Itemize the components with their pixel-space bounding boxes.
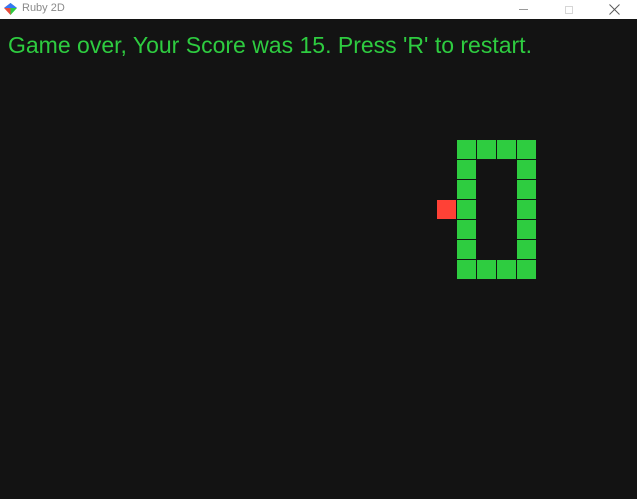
snake-segment <box>457 240 476 259</box>
snake-segment <box>457 220 476 239</box>
snake-segment <box>517 160 536 179</box>
snake-segment <box>517 180 536 199</box>
snake-segment <box>457 180 476 199</box>
snake-segment <box>517 200 536 219</box>
maximize-icon <box>565 5 573 14</box>
close-button[interactable] <box>591 0 637 19</box>
snake-segment <box>457 260 476 279</box>
game-window: Ruby 2D Game over, Your Score was 15. Pr… <box>0 0 637 499</box>
snake-segment <box>517 140 536 159</box>
snake-segment <box>517 260 536 279</box>
ruby2d-logo-icon <box>4 3 17 15</box>
close-icon <box>608 4 620 15</box>
snake-segment <box>457 200 476 219</box>
game-canvas[interactable]: Game over, Your Score was 15. Press 'R' … <box>0 19 637 499</box>
maximize-button[interactable] <box>546 0 592 19</box>
window-title: Ruby 2D <box>22 2 65 14</box>
snake-segment <box>517 240 536 259</box>
snake-segment <box>477 260 496 279</box>
snake-segment <box>477 140 496 159</box>
snake-segment <box>497 260 516 279</box>
snake-segment <box>517 220 536 239</box>
game-over-message: Game over, Your Score was 15. Press 'R' … <box>8 32 532 58</box>
snake-segment <box>457 160 476 179</box>
food-item <box>437 200 456 219</box>
snake-segment <box>457 140 476 159</box>
minimize-icon <box>518 9 528 10</box>
title-bar[interactable]: Ruby 2D <box>0 0 637 19</box>
minimize-button[interactable] <box>500 0 546 19</box>
snake-segment <box>497 140 516 159</box>
